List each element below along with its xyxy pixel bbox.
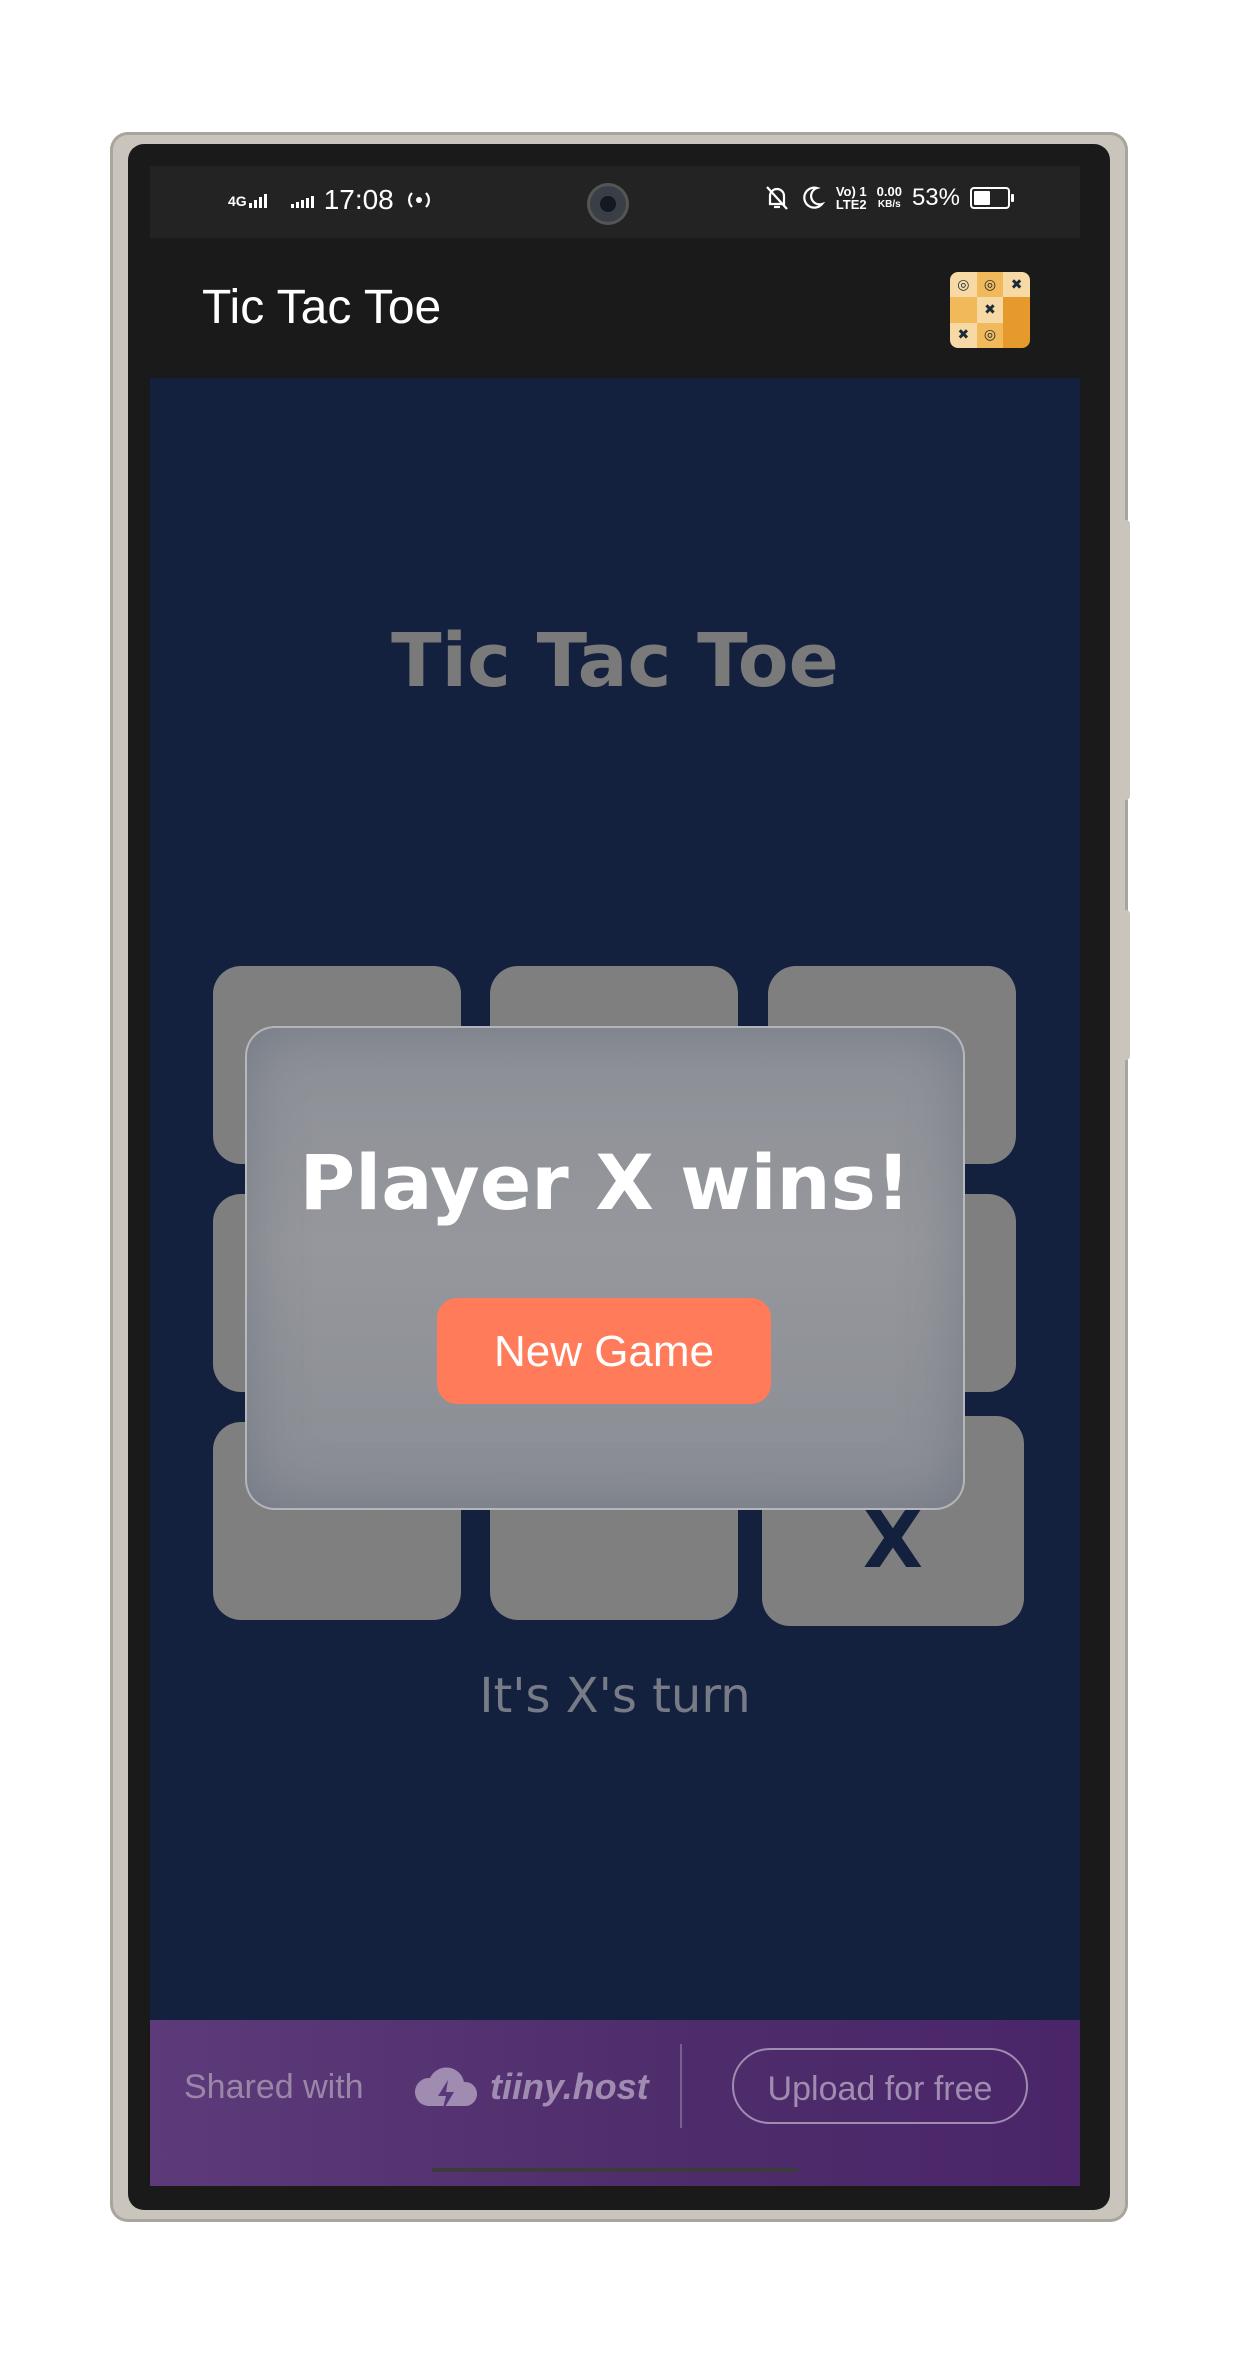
turn-indicator: It's X's turn <box>479 1668 751 1724</box>
volume-button <box>1120 520 1130 800</box>
home-indicator <box>432 2168 798 2172</box>
screen: 4G 17:08 Vo) 1 LTE2 0.00 KB/s 53% Tic Ta… <box>150 166 1080 2186</box>
footer-divider <box>680 2044 682 2128</box>
win-message: Player X wins! <box>299 1138 911 1227</box>
shared-with-label: Shared with <box>184 2068 364 2106</box>
cloud-lightning-icon <box>414 2067 478 2112</box>
upload-for-free-button[interactable]: Upload for free <box>732 2048 1028 2124</box>
win-modal: Player X wins! New Game <box>245 1026 965 1510</box>
tiiny-host-logo[interactable]: tiiny.host <box>490 2066 649 2108</box>
new-game-button[interactable]: New Game <box>437 1298 771 1404</box>
power-button <box>1120 910 1130 1060</box>
tiiny-host-banner: Shared with tiiny.host Upload for free <box>150 2020 1080 2186</box>
